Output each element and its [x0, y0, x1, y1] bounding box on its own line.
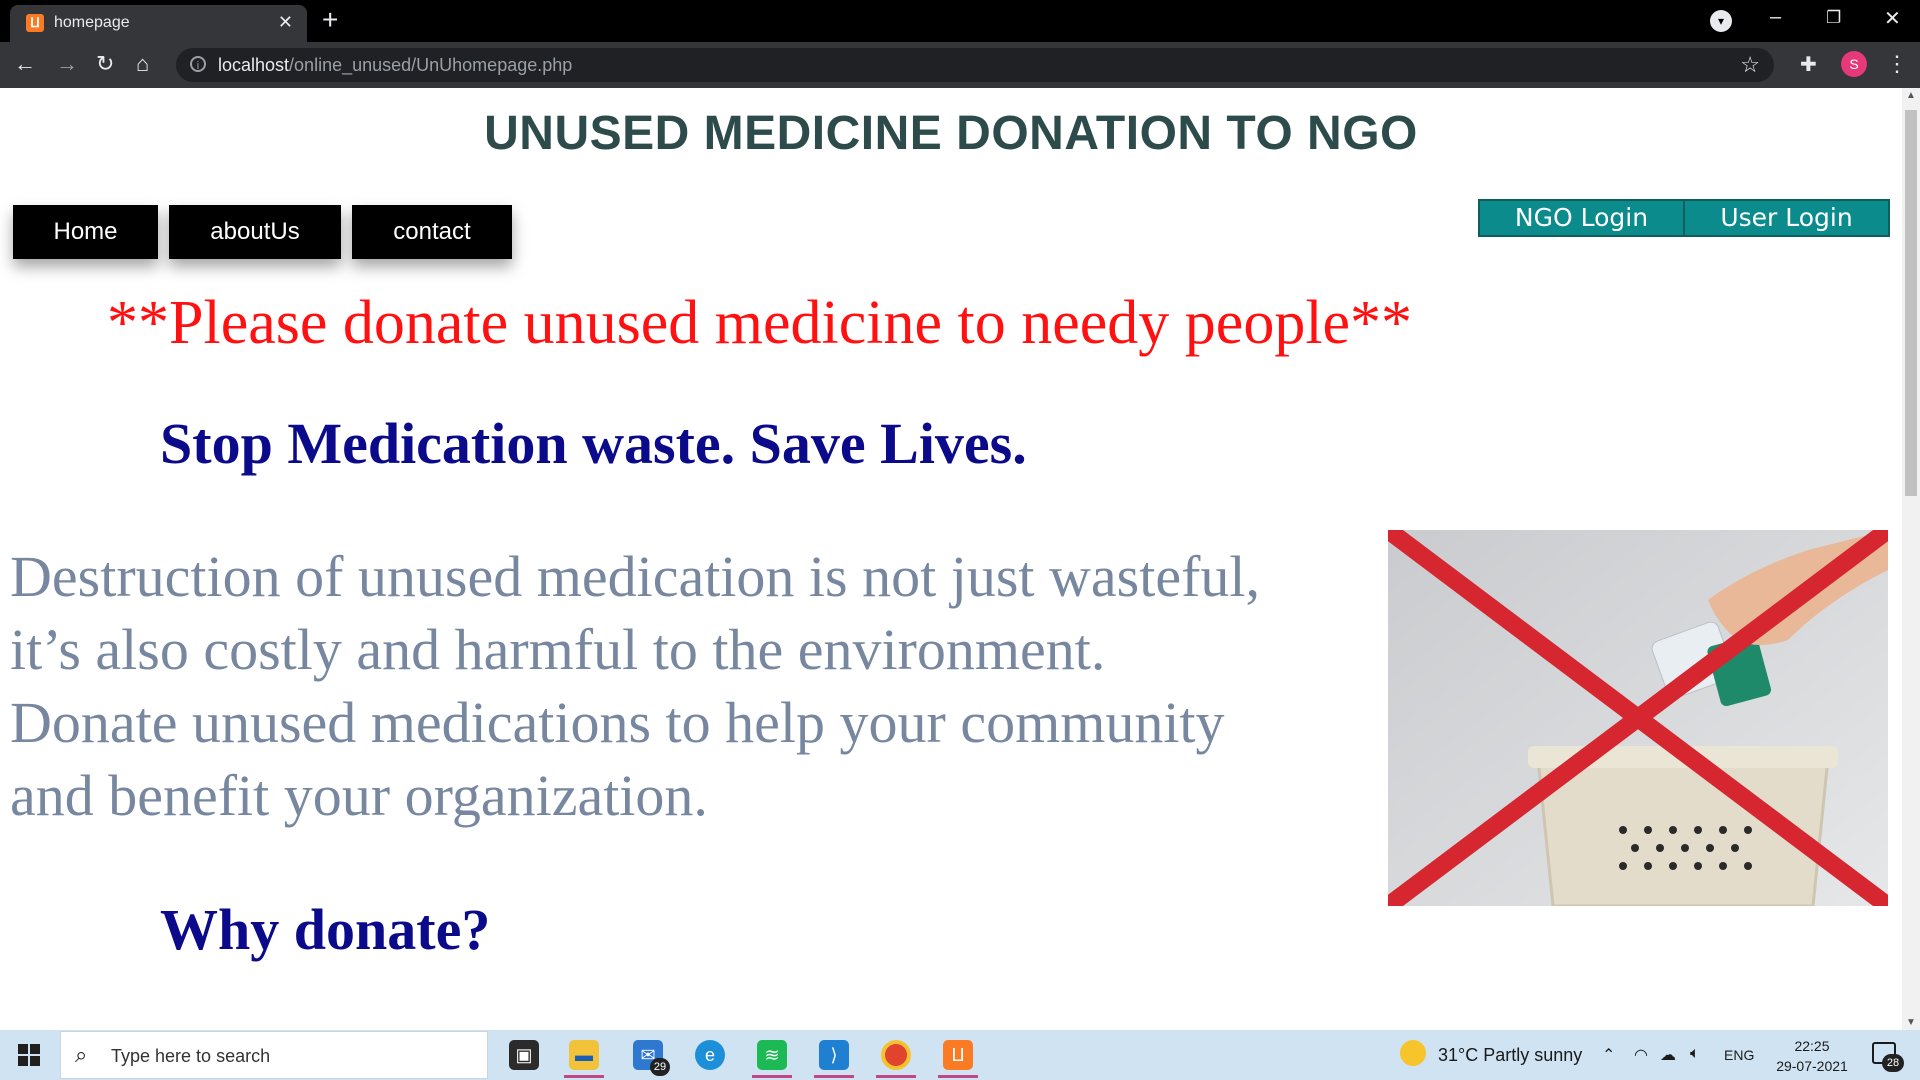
nav-home-button[interactable]: Home	[13, 205, 158, 259]
scroll-down-arrow-icon[interactable]: ▼	[1906, 1017, 1916, 1028]
ngo-login-button[interactable]: NGO Login	[1480, 201, 1683, 235]
weather-sun-icon[interactable]	[1400, 1040, 1426, 1066]
search-icon: ⌕	[75, 1042, 88, 1067]
back-icon[interactable]: ←	[14, 52, 36, 76]
minimize-icon[interactable]: –	[1770, 6, 1781, 29]
description-line: and benefit your organization.	[10, 763, 708, 828]
clock[interactable]: 22:25 29-07-2021	[1770, 1036, 1854, 1076]
home-icon[interactable]: ⌂	[136, 52, 149, 76]
browser-tab-strip: ⵡ homepage ✕ + ▾ – ❐ ✕	[0, 0, 1920, 42]
xampp-favicon-icon: ⵡ	[26, 14, 44, 32]
description-line: it’s also costly and harmful to the envi…	[10, 617, 1106, 682]
show-hidden-icons-chevron-icon[interactable]: ⌃	[1602, 1045, 1615, 1065]
restore-icon[interactable]: ❐	[1826, 8, 1841, 28]
profile-avatar[interactable]: S	[1841, 51, 1867, 77]
login-bar: NGO Login User Login	[1478, 199, 1890, 237]
address-bar[interactable]: i localhost/online_unused/UnUhomepage.ph…	[176, 48, 1774, 82]
browser-menu-icon[interactable]: ⋮	[1886, 51, 1908, 77]
xampp-icon[interactable]: ⵡ	[936, 1036, 980, 1078]
slogan-heading: Stop Medication waste. Save Lives.	[160, 411, 1027, 476]
notification-count-badge: 28	[1882, 1054, 1904, 1072]
no-waste-medicine-image	[1388, 530, 1888, 906]
clock-date: 29-07-2021	[1776, 1058, 1848, 1074]
page-scrollbar[interactable]: ▲ ▼	[1902, 88, 1920, 1030]
clock-time: 22:25	[1794, 1038, 1830, 1054]
vscode-icon[interactable]: ⟩	[812, 1036, 856, 1078]
scrollbar-thumb[interactable]	[1905, 110, 1917, 496]
windows-taskbar: ⌕ Type here to search ▣ ▬ ✉ 29 e ≋ ⟩ ⵡ 31…	[0, 1030, 1920, 1080]
close-window-icon[interactable]: ✕	[1884, 6, 1901, 31]
url-text: localhost/online_unused/UnUhomepage.php	[218, 55, 572, 76]
description-paragraph: Destruction of unused medication is not …	[10, 540, 1370, 832]
nav-contact-button[interactable]: contact	[352, 205, 512, 259]
edge-browser-icon[interactable]: e	[688, 1036, 732, 1076]
tab-title: homepage	[54, 14, 130, 31]
browser-tab[interactable]: ⵡ homepage ✕	[10, 5, 307, 42]
browser-toolbar: ← → ↻ ⌂ i localhost/online_unused/UnUhom…	[0, 42, 1920, 88]
volume-icon[interactable]: 🔈︎	[1690, 1045, 1700, 1063]
weather-text[interactable]: 31°C Partly sunny	[1438, 1045, 1582, 1066]
site-info-icon[interactable]: i	[190, 56, 206, 72]
user-login-button[interactable]: User Login	[1685, 201, 1888, 235]
search-placeholder: Type here to search	[111, 1046, 271, 1066]
store-app-icon[interactable]: ▣	[502, 1036, 546, 1076]
donation-appeal: **Please donate unused medicine to needy…	[107, 289, 1413, 357]
forward-icon[interactable]: →	[56, 52, 78, 76]
scroll-up-arrow-icon[interactable]: ▲	[1906, 90, 1916, 101]
mail-app-icon[interactable]: ✉ 29	[626, 1036, 670, 1076]
onedrive-cloud-icon[interactable]: ☁	[1660, 1045, 1676, 1065]
description-line: Destruction of unused medication is not …	[10, 544, 1261, 609]
bookmark-star-icon[interactable]: ☆	[1740, 52, 1760, 78]
mail-badge: 29	[650, 1058, 670, 1076]
taskbar-search-input[interactable]: ⌕ Type here to search	[60, 1031, 488, 1079]
url-host: localhost	[218, 55, 290, 75]
why-donate-heading: Why donate?	[160, 897, 491, 962]
reload-icon[interactable]: ↻	[96, 52, 114, 76]
file-explorer-icon[interactable]: ▬	[562, 1036, 606, 1078]
tab-search-icon[interactable]: ▾	[1710, 10, 1732, 32]
new-tab-icon[interactable]: +	[322, 6, 338, 34]
wifi-icon[interactable]: ◠	[1634, 1045, 1648, 1065]
web-page: UNUSED MEDICINE DONATION TO NGO Home abo…	[0, 88, 1902, 1030]
crossed-trash-illustration	[1388, 530, 1888, 906]
language-indicator[interactable]: ENG	[1724, 1047, 1754, 1063]
nav-aboutus-button[interactable]: aboutUs	[169, 205, 341, 259]
close-tab-icon[interactable]: ✕	[278, 12, 293, 33]
extensions-puzzle-icon[interactable]: ✚	[1800, 52, 1817, 77]
windows-start-icon[interactable]	[18, 1044, 40, 1066]
spotify-icon[interactable]: ≋	[750, 1036, 794, 1078]
url-path: /online_unused/UnUhomepage.php	[289, 55, 573, 75]
page-title: UNUSED MEDICINE DONATION TO NGO	[484, 107, 1418, 160]
chrome-icon[interactable]	[874, 1036, 918, 1078]
description-line: Donate unused medications to help your c…	[10, 690, 1225, 755]
